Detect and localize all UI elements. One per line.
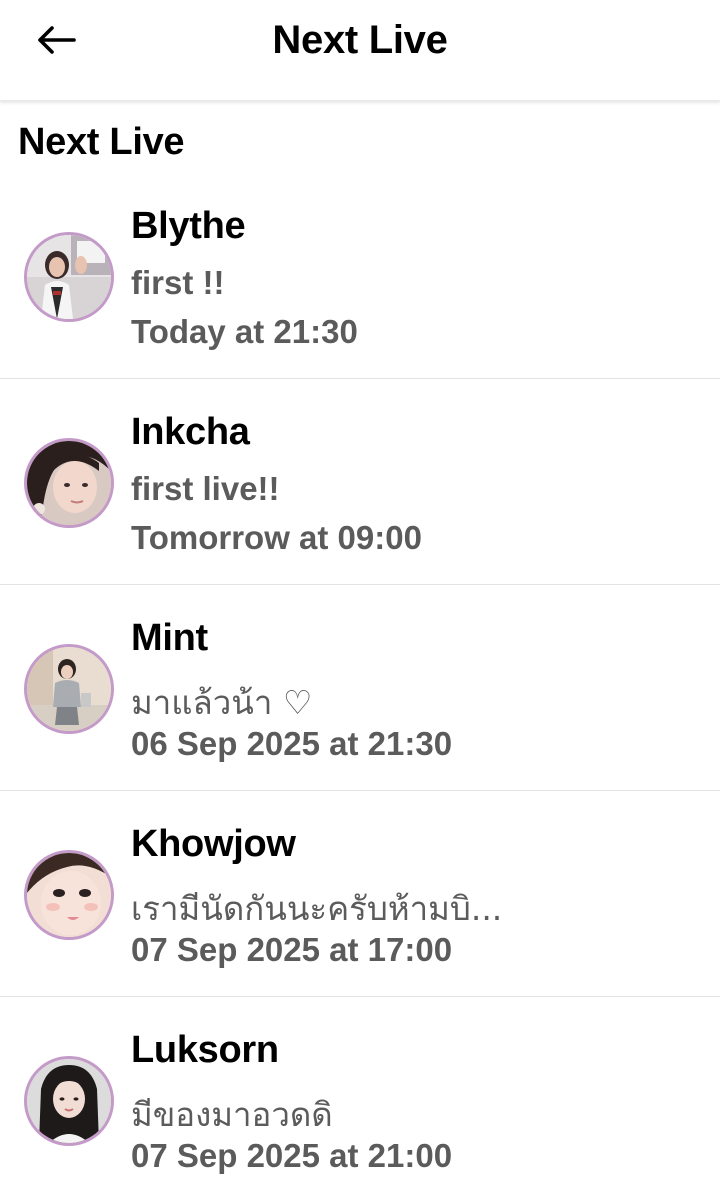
avatar [24, 850, 114, 940]
avatar [24, 232, 114, 322]
live-message: เรามีนัดกันนะครับห้ามบิ... [131, 889, 503, 928]
live-list: Blythe first !! Today at 21:30 Inkcha fi [0, 173, 720, 1199]
live-schedule: Tomorrow at 09:00 [131, 519, 422, 556]
live-message: มีของมาอวดดิ [131, 1095, 333, 1134]
live-item-inkcha[interactable]: Inkcha first live!! Tomorrow at 09:00 [0, 379, 720, 585]
live-item-khowjow[interactable]: Khowjow เรามีนัดกันนะครับห้ามบิ... 07 Se… [0, 791, 720, 997]
live-item-mint[interactable]: Mint มาแล้วน้า ♡ 06 Sep 2025 at 21:30 [0, 585, 720, 791]
live-host-name: Luksorn [131, 1029, 279, 1071]
live-item-luksorn[interactable]: Luksorn มีของมาอวดดิ 07 Sep 2025 at 21:0… [0, 997, 720, 1199]
live-host-name: Blythe [131, 205, 246, 247]
top-app-bar: Next Live [0, 0, 720, 101]
live-message: first live!! [131, 470, 280, 507]
live-host-name: Khowjow [131, 823, 296, 865]
next-live-screen: Next Live Next Live Blythe first !! Toda… [0, 0, 720, 1199]
page-title: Next Live [272, 18, 448, 62]
live-schedule: 07 Sep 2025 at 21:00 [131, 1137, 453, 1174]
live-schedule: Today at 21:30 [131, 313, 358, 350]
live-schedule: 06 Sep 2025 at 21:30 [131, 725, 453, 762]
avatar [24, 1056, 114, 1146]
live-message: first !! [131, 264, 225, 301]
live-host-name: Inkcha [131, 411, 250, 453]
avatar [24, 644, 114, 734]
live-schedule: 07 Sep 2025 at 17:00 [131, 931, 453, 968]
section-title: Next Live [18, 121, 185, 163]
live-item-blythe[interactable]: Blythe first !! Today at 21:30 [0, 173, 720, 379]
avatar [24, 438, 114, 528]
live-message: มาแล้วน้า ♡ [131, 683, 313, 722]
live-host-name: Mint [131, 617, 208, 659]
